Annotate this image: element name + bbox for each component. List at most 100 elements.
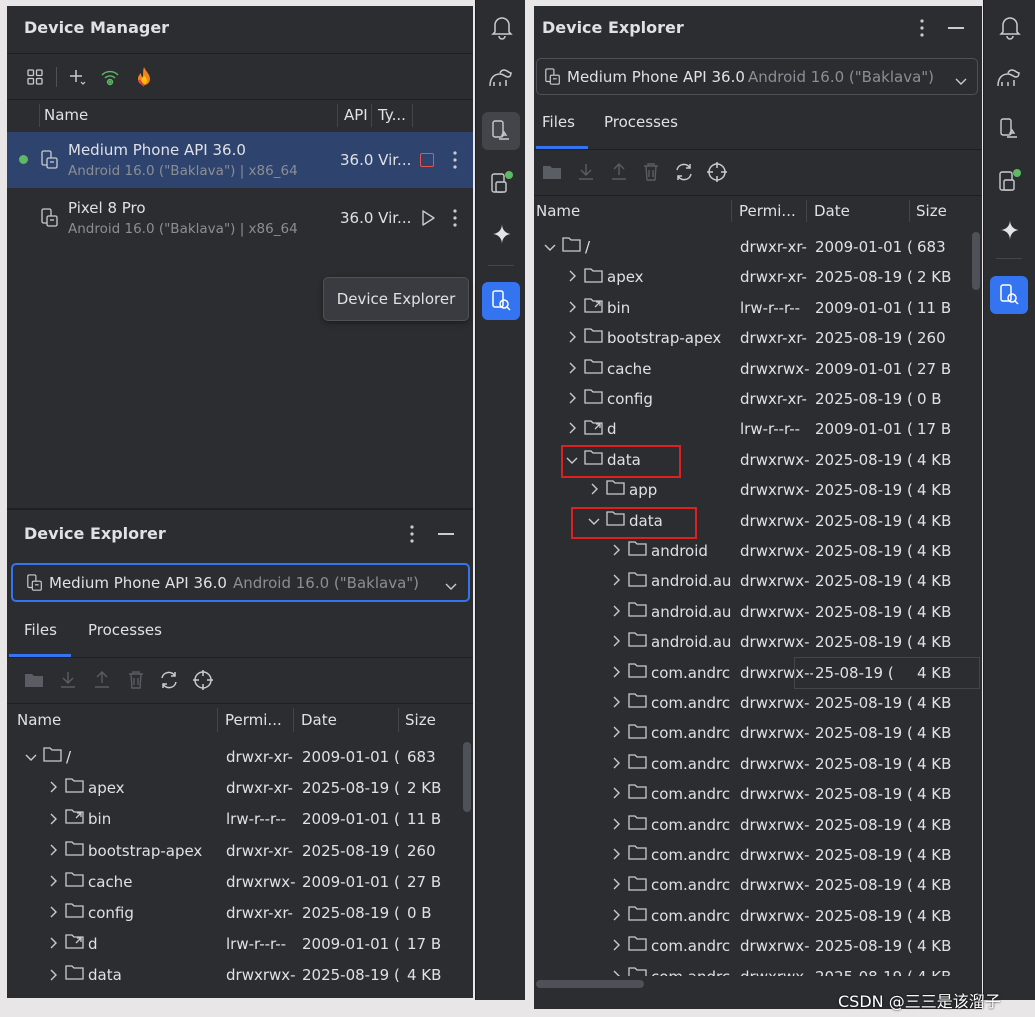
device-row-pixel-8-pro[interactable]: Pixel 8 Pro Android 16.0 ("Baklava") | x… (7, 190, 473, 246)
tab-processes[interactable]: Processes (88, 621, 162, 639)
file-row[interactable]: bootstrap-apex drwxr-xr- 2025-08-19 (260 (7, 836, 473, 867)
chevron-right-icon[interactable] (45, 899, 61, 929)
chevron-right-icon[interactable] (45, 930, 61, 960)
minimize-icon[interactable] (948, 27, 964, 29)
gradle-icon[interactable] (996, 66, 1022, 92)
firebase-icon[interactable] (133, 65, 155, 89)
file-row[interactable]: bin lrw-r--r-- 2009-01-01 (11 B (534, 293, 982, 323)
file-row[interactable]: cache drwxrwx- 2009-01-01 (27 B (534, 354, 982, 384)
chevron-down-icon[interactable] (23, 743, 39, 773)
chevron-right-icon[interactable] (608, 812, 624, 840)
chevron-right-icon[interactable] (608, 933, 624, 961)
chevron-right-icon[interactable] (45, 806, 61, 836)
device-manager-stripe-button[interactable] (482, 112, 520, 150)
chevron-right-icon[interactable] (564, 264, 580, 292)
file-row[interactable]: / drwxr-xr- 2009-01-01 (683 (534, 232, 982, 262)
start-emulator-icon[interactable] (419, 209, 437, 231)
device-explorer-stripe-button[interactable] (482, 282, 520, 320)
new-folder-icon[interactable] (24, 670, 46, 694)
chevron-right-icon[interactable] (608, 690, 624, 718)
column-size[interactable]: Size (405, 704, 436, 736)
file-row[interactable]: bootstrap-apex drwxr-xr- 2025-08-19 (260 (534, 323, 982, 353)
chevron-right-icon[interactable] (608, 660, 624, 688)
chevron-right-icon[interactable] (564, 325, 580, 353)
gemini-icon[interactable] (490, 222, 514, 250)
options-icon[interactable] (404, 522, 420, 550)
tab-files[interactable]: Files (542, 113, 575, 131)
file-row[interactable]: config drwxr-xr- 2025-08-19 (0 B (534, 384, 982, 414)
file-row[interactable]: com.andrcdrwxrwx-2025-08-19 (4 KB (534, 688, 982, 718)
chevron-right-icon[interactable] (45, 868, 61, 898)
file-row[interactable]: com.andrcdrwxrwx-2025-08-19 (4 KB (534, 718, 982, 748)
file-row[interactable]: config drwxr-xr- 2025-08-19 (0 B (7, 898, 473, 929)
column-api[interactable]: API (344, 100, 368, 131)
chevron-right-icon[interactable] (608, 842, 624, 870)
chevron-right-icon[interactable] (45, 962, 61, 991)
options-icon[interactable] (914, 16, 930, 44)
grid-icon[interactable] (24, 66, 46, 88)
device-explorer-stripe-button[interactable] (990, 276, 1028, 314)
download-icon[interactable] (59, 670, 77, 694)
download-icon[interactable] (577, 162, 595, 186)
device-manager-icon[interactable] (998, 117, 1020, 145)
file-row[interactable]: data drwxrwx- 2025-08-19 (4 KB (7, 960, 473, 990)
file-row[interactable]: cache drwxrwx- 2009-01-01 (27 B (7, 867, 473, 898)
more-actions-icon[interactable] (447, 148, 463, 172)
chevron-right-icon[interactable] (608, 872, 624, 900)
chevron-right-icon[interactable] (564, 356, 580, 384)
upload-icon[interactable] (610, 162, 628, 186)
chevron-right-icon[interactable] (608, 903, 624, 931)
refresh-icon[interactable] (673, 161, 695, 187)
stop-emulator-icon[interactable] (420, 153, 434, 167)
notifications-icon[interactable] (998, 14, 1022, 44)
file-row[interactable]: com.andrcdrwxrwx-2025-08-19 (4 KB (534, 931, 982, 961)
chevron-right-icon[interactable] (608, 629, 624, 657)
chevron-right-icon[interactable] (608, 599, 624, 627)
vertical-scrollbar[interactable] (972, 232, 980, 290)
wifi-pair-icon[interactable] (99, 66, 121, 88)
column-permissions[interactable]: Permi... (225, 704, 282, 736)
more-actions-icon[interactable] (447, 206, 463, 230)
tab-files[interactable]: Files (24, 621, 57, 639)
delete-icon[interactable] (127, 670, 145, 694)
column-date[interactable]: Date (814, 196, 850, 226)
column-type[interactable]: Ty... (378, 100, 406, 131)
notifications-icon[interactable] (490, 14, 514, 44)
file-row[interactable]: bin lrw-r--r-- 2009-01-01 (11 B (7, 804, 473, 835)
chevron-right-icon[interactable] (608, 964, 624, 976)
file-row[interactable]: / drwxr-xr- 2009-01-01 (683 (7, 742, 473, 773)
column-date[interactable]: Date (301, 704, 337, 736)
file-row[interactable]: apex drwxr-xr- 2025-08-19 (2 KB (7, 773, 473, 804)
file-row[interactable]: com.andrcdrwxrwx-2025-08-19 (4 KB (534, 749, 982, 779)
chevron-right-icon[interactable] (608, 568, 624, 596)
column-permissions[interactable]: Permi... (739, 196, 796, 226)
delete-icon[interactable] (642, 162, 660, 186)
file-row[interactable]: com.andrcdrwxrwx-2025-08-19 (4 KB (534, 810, 982, 840)
device-selector[interactable]: Medium Phone API 36.0 Android 16.0 ("Bak… (536, 58, 978, 95)
file-row[interactable]: android.au drwxrwx- 2025-08-19 (4 KB (534, 597, 982, 627)
chevron-right-icon[interactable] (608, 720, 624, 748)
horizontal-scrollbar[interactable] (536, 980, 644, 988)
locate-icon[interactable] (192, 669, 214, 695)
chevron-right-icon[interactable] (608, 781, 624, 809)
vertical-scrollbar[interactable] (463, 742, 471, 812)
chevron-right-icon[interactable] (45, 837, 61, 867)
file-row[interactable]: d lrw-r--r-- 2009-01-01 (17 B (7, 929, 473, 960)
locate-icon[interactable] (706, 161, 728, 187)
file-row[interactable]: android.au drwxrwx- 2025-08-19 (4 KB (534, 566, 982, 596)
file-row[interactable]: com.andrcdrwxrwx-2025-08-19 (4 KB (534, 779, 982, 809)
device-row-medium-phone[interactable]: Medium Phone API 36.0 Android 16.0 ("Bak… (7, 132, 473, 188)
minimize-icon[interactable] (438, 533, 454, 535)
gemini-icon[interactable] (998, 218, 1022, 246)
chevron-down-icon[interactable] (542, 234, 558, 262)
tab-processes[interactable]: Processes (604, 113, 678, 131)
file-row[interactable]: apex drwxr-xr- 2025-08-19 (2 KB (534, 262, 982, 292)
gradle-icon[interactable] (488, 66, 514, 92)
chevron-right-icon[interactable] (45, 774, 61, 804)
file-row[interactable]: app drwxrwx- 2025-08-19 (4 KB (534, 475, 982, 505)
file-row[interactable]: com.andrcdrwxrwx-2025-08-19 (4 KB (534, 840, 982, 870)
chevron-right-icon[interactable] (586, 477, 602, 505)
upload-icon[interactable] (93, 670, 111, 694)
device-selector[interactable]: Medium Phone API 36.0 Android 16.0 ("Bak… (11, 563, 470, 602)
file-row[interactable]: com.andrcdrwxrwx-2025-08-19 (4 KB (534, 962, 982, 976)
